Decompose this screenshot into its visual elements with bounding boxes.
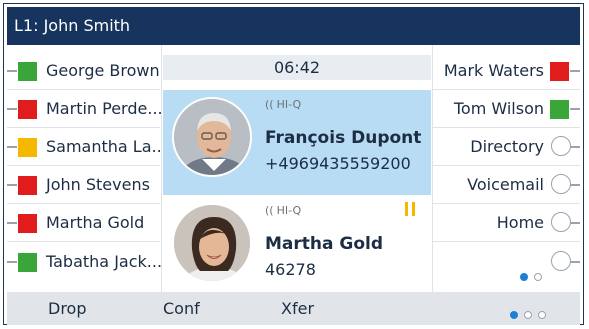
drop-softkey[interactable]: Drop bbox=[48, 292, 87, 325]
call-timer: 06:42 bbox=[163, 55, 431, 80]
contact-avatar-icon bbox=[172, 203, 252, 283]
conf-softkey[interactable]: Conf bbox=[163, 292, 200, 325]
key-stub bbox=[570, 70, 580, 72]
presence-available-icon bbox=[18, 62, 37, 81]
page-dot-current bbox=[510, 310, 518, 319]
presence-busy-icon bbox=[18, 100, 37, 119]
line-key-mark-waters[interactable]: Mark Waters bbox=[433, 52, 580, 90]
caller-number: 46278 bbox=[265, 260, 316, 279]
key-page-indicator bbox=[514, 257, 542, 295]
line-key-label: Tom Wilson bbox=[453, 99, 544, 118]
key-stub bbox=[7, 222, 17, 224]
hd-audio-badge: ((HI-Q bbox=[265, 98, 301, 111]
home-label: Home bbox=[496, 213, 544, 232]
xfer-softkey[interactable]: Xfer bbox=[281, 292, 314, 325]
hold-icon bbox=[405, 202, 415, 216]
line-key-label: George Brown bbox=[46, 61, 160, 80]
line-key-george-brown[interactable]: George Brown bbox=[7, 52, 160, 90]
title-bar: L1: John Smith bbox=[7, 7, 580, 45]
softkey-bar: Drop Conf Xfer bbox=[7, 292, 580, 325]
page-dot bbox=[538, 310, 546, 319]
line-key-label: Martin Perde... bbox=[46, 99, 163, 118]
directory-label: Directory bbox=[470, 137, 544, 156]
page-dot bbox=[524, 310, 532, 319]
key-indicator-circle-icon bbox=[551, 212, 571, 232]
line-title: L1: John Smith bbox=[14, 16, 131, 35]
directory-key[interactable]: Directory bbox=[433, 128, 580, 166]
caller-name: François Dupont bbox=[265, 128, 422, 148]
presence-busy-icon bbox=[550, 62, 569, 81]
call-held[interactable]: ((HI-Q Martha Gold 46278 bbox=[163, 196, 431, 301]
presence-available-icon bbox=[18, 253, 37, 272]
line-key-label: John Stevens bbox=[46, 175, 150, 194]
key-indicator-circle-icon bbox=[551, 174, 571, 194]
line-key-martin-perde[interactable]: Martin Perde... bbox=[7, 90, 163, 128]
key-stub bbox=[7, 146, 17, 148]
key-stub bbox=[7, 184, 17, 186]
line-key-label: Mark Waters bbox=[443, 61, 544, 80]
line-key-label: Martha Gold bbox=[46, 213, 145, 232]
caller-number: +4969435559200 bbox=[265, 154, 411, 173]
hd-audio-label: HI-Q bbox=[276, 204, 302, 217]
key-stub bbox=[7, 261, 17, 263]
softkey-page-indicator[interactable] bbox=[504, 304, 546, 323]
presence-away-icon bbox=[18, 138, 37, 157]
key-stub bbox=[7, 108, 17, 110]
page-dot bbox=[534, 272, 542, 281]
line-key-john-stevens[interactable]: John Stevens bbox=[7, 166, 160, 204]
hd-audio-badge: ((HI-Q bbox=[265, 204, 301, 217]
divider-left bbox=[161, 45, 162, 292]
voicemail-key[interactable]: Voicemail bbox=[433, 166, 580, 204]
key-page-switch[interactable] bbox=[433, 243, 580, 281]
contact-avatar-icon bbox=[172, 97, 252, 177]
line-key-label: Samantha La... bbox=[46, 137, 167, 156]
call-active[interactable]: ((HI-Q François Dupont +4969435559200 bbox=[163, 90, 431, 195]
page-dot-current bbox=[520, 272, 528, 281]
line-key-martha-gold[interactable]: Martha Gold bbox=[7, 204, 160, 242]
line-key-label: Tabatha Jack... bbox=[46, 252, 163, 271]
caller-name: Martha Gold bbox=[265, 234, 384, 254]
presence-busy-icon bbox=[18, 176, 37, 195]
hd-audio-icon: (( bbox=[265, 204, 274, 217]
presence-available-icon bbox=[550, 100, 569, 119]
key-stub bbox=[7, 70, 17, 72]
key-stub bbox=[570, 261, 580, 263]
presence-busy-icon bbox=[18, 214, 37, 233]
key-stub bbox=[570, 108, 580, 110]
key-stub bbox=[570, 222, 580, 224]
line-key-tabatha-jack[interactable]: Tabatha Jack... bbox=[7, 243, 163, 281]
hd-audio-label: HI-Q bbox=[276, 98, 302, 111]
home-key[interactable]: Home bbox=[433, 204, 580, 242]
line-key-samantha-la[interactable]: Samantha La... bbox=[7, 128, 167, 166]
phone-screen: L1: John Smith George Brown Martin Perde… bbox=[0, 0, 589, 329]
line-key-tom-wilson[interactable]: Tom Wilson bbox=[433, 90, 580, 128]
voicemail-label: Voicemail bbox=[467, 175, 544, 194]
hd-audio-icon: (( bbox=[265, 98, 274, 111]
key-stub bbox=[570, 146, 580, 148]
key-stub bbox=[570, 184, 580, 186]
key-indicator-circle-icon bbox=[551, 136, 571, 156]
key-indicator-circle-icon bbox=[551, 251, 571, 271]
